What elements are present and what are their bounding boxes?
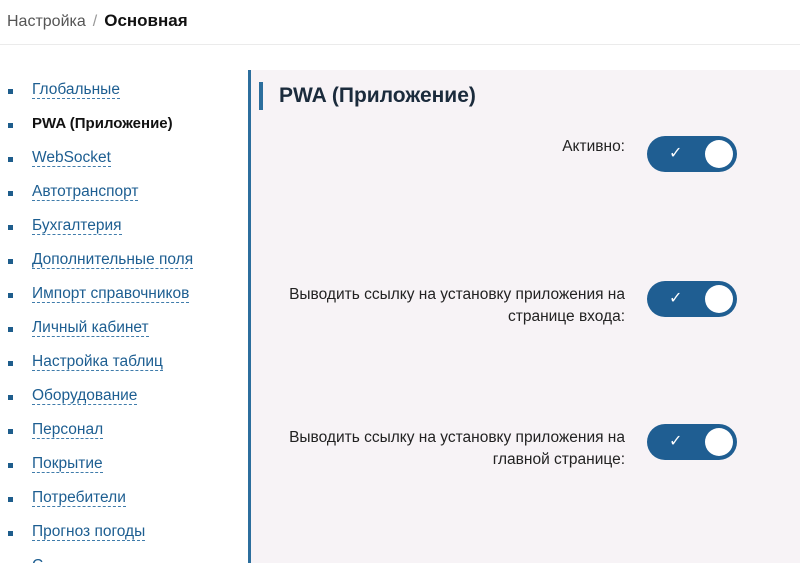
- bullet-icon: [8, 497, 13, 502]
- toggle-knob: [705, 140, 733, 168]
- settings-panel: PWA (Приложение) Активно: ✓ Выводить ссы…: [248, 70, 800, 563]
- sidebar-link-equipment[interactable]: Оборудование: [32, 387, 138, 405]
- toggle-login-link[interactable]: ✓: [647, 281, 737, 317]
- sidebar-link-consumers[interactable]: Потребители: [32, 489, 126, 507]
- sidebar-link-table-settings[interactable]: Настройка таблиц: [32, 353, 163, 371]
- bullet-icon: [8, 429, 13, 434]
- toggle-knob: [705, 428, 733, 456]
- setting-label-active: Активно:: [562, 138, 625, 155]
- toggle-knob: [705, 285, 733, 313]
- setting-label-login-link: Выводить ссылку на установку приложения …: [289, 286, 625, 325]
- bullet-icon: [8, 361, 13, 366]
- sidebar-item-table-settings: Настройка таблиц: [0, 342, 248, 376]
- sidebar-item-accounting: Бухгалтерия: [0, 206, 248, 240]
- bullet-icon: [8, 531, 13, 536]
- sidebar-link-coverage[interactable]: Покрытие: [32, 455, 103, 473]
- bullet-icon: [8, 327, 13, 332]
- toggle-active[interactable]: ✓: [647, 136, 737, 172]
- bullet-icon: [8, 463, 13, 468]
- sidebar-link-weather[interactable]: Прогноз погоды: [32, 523, 146, 541]
- bullet-icon: [8, 293, 13, 298]
- check-icon: ✓: [669, 145, 683, 162]
- bullet-icon: [8, 225, 13, 230]
- sidebar-item-partial: С: [0, 546, 248, 563]
- sidebar-link-staff[interactable]: Персонал: [32, 421, 104, 439]
- sidebar-item-vehicles: Автотранспорт: [0, 172, 248, 206]
- check-icon: ✓: [669, 433, 683, 450]
- bullet-icon: [8, 157, 13, 162]
- sidebar-link-import[interactable]: Импорт справочников: [32, 285, 190, 303]
- sidebar-item-consumers: Потребители: [0, 478, 248, 512]
- sidebar-link-extra-fields[interactable]: Дополнительные поля: [32, 251, 194, 269]
- breadcrumb: Настройка / Основная: [7, 10, 188, 33]
- sidebar-item-staff: Персонал: [0, 410, 248, 444]
- bullet-icon: [8, 123, 13, 128]
- sidebar-item-import: Импорт справочников: [0, 274, 248, 308]
- breadcrumb-current: Основная: [104, 11, 188, 30]
- sidebar-item-extra-fields: Дополнительные поля: [0, 240, 248, 274]
- sidebar-item-coverage: Покрытие: [0, 444, 248, 478]
- setting-label-main-link: Выводить ссылку на установку приложения …: [289, 429, 625, 468]
- sidebar-item-websocket: WebSocket: [0, 138, 248, 172]
- breadcrumb-separator: /: [92, 13, 98, 30]
- sidebar-link-pwa[interactable]: PWA (Приложение): [32, 115, 173, 132]
- sidebar-item-global: Глобальные: [0, 70, 248, 104]
- sidebar-item-equipment: Оборудование: [0, 376, 248, 410]
- sidebar-link-vehicles[interactable]: Автотранспорт: [32, 183, 139, 201]
- section-title: PWA (Приложение): [259, 82, 476, 110]
- bullet-icon: [8, 259, 13, 264]
- bullet-icon: [8, 191, 13, 196]
- sidebar-link-personal-account[interactable]: Личный кабинет: [32, 319, 149, 337]
- settings-sidebar: Глобальные PWA (Приложение) WebSocket Ав…: [0, 70, 248, 563]
- breadcrumb-parent-link[interactable]: Настройка: [7, 13, 86, 30]
- sidebar-link-websocket[interactable]: WebSocket: [32, 149, 111, 167]
- sidebar-link-accounting[interactable]: Бухгалтерия: [32, 217, 122, 235]
- sidebar-link-global[interactable]: Глобальные: [32, 81, 120, 99]
- toggle-main-link[interactable]: ✓: [647, 424, 737, 460]
- check-icon: ✓: [669, 290, 683, 307]
- sidebar-item-personal-account: Личный кабинет: [0, 308, 248, 342]
- settings-nav-list: Глобальные PWA (Приложение) WebSocket Ав…: [0, 70, 248, 563]
- bullet-icon: [8, 89, 13, 94]
- sidebar-link-partial[interactable]: С: [32, 557, 44, 563]
- bullet-icon: [8, 395, 13, 400]
- sidebar-item-pwa: PWA (Приложение): [0, 104, 248, 138]
- header-divider: [0, 44, 800, 45]
- sidebar-item-weather: Прогноз погоды: [0, 512, 248, 546]
